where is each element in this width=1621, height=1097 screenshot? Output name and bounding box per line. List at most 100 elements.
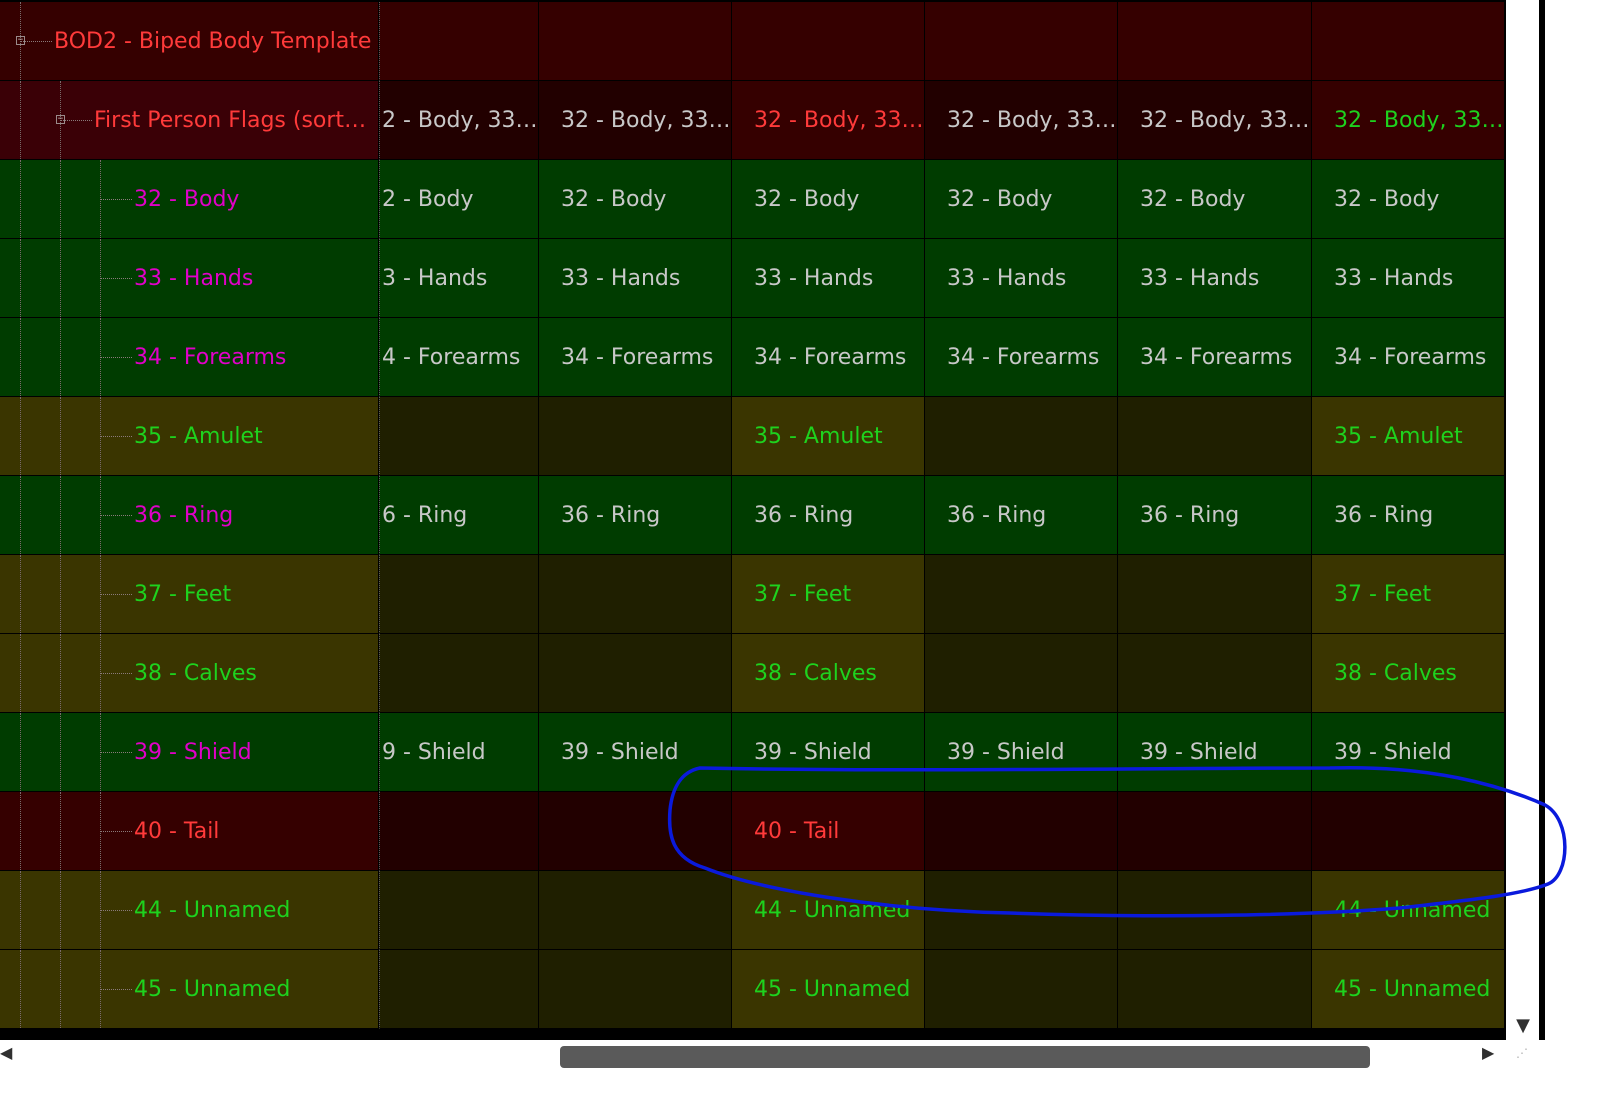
tree-line-vertical: [60, 397, 61, 475]
tree-line-horizontal: [100, 357, 132, 358]
grid-cell-value[interactable]: 45 - Unnamed: [732, 950, 925, 1029]
cell-text: 32 - Body, 33 ...: [1334, 107, 1504, 133]
tree-node-flag[interactable]: 44 - Unnamed: [0, 871, 379, 950]
minus-box-icon[interactable]: −: [56, 115, 65, 124]
cell-text: 39 - Shield: [947, 739, 1065, 765]
tree-line-horizontal: [100, 199, 132, 200]
grid-cell-value[interactable]: 9 - Shield: [379, 713, 539, 792]
tree-node-flag[interactable]: 32 - Body: [0, 160, 379, 239]
grid-cell-value[interactable]: 39 - Shield: [1118, 713, 1312, 792]
tree-node-first-person-flags[interactable]: − First Person Flags (sorted): [0, 81, 379, 160]
grid-cell-value[interactable]: 44 - Unnamed: [1312, 871, 1505, 950]
cell-text: 38 - Calves: [1334, 660, 1457, 686]
tree-node-flag[interactable]: 34 - Forearms: [0, 318, 379, 397]
cell-text: 33 - Hands: [1334, 265, 1454, 291]
grid-cell-value[interactable]: 2 - Body: [379, 160, 539, 239]
grid-cell-value[interactable]: 39 - Shield: [539, 713, 732, 792]
grid-cell-value[interactable]: 36 - Ring: [732, 476, 925, 555]
cell-text: 32 - Body, 33 ...: [561, 107, 731, 133]
grid-cell-value[interactable]: 34 - Forearms: [1312, 318, 1505, 397]
tree-node-root[interactable]: − BOD2 - Biped Body Template: [0, 2, 379, 81]
grid-cell-value[interactable]: 32 - Body: [925, 160, 1118, 239]
grid-cell-value[interactable]: 36 - Ring: [925, 476, 1118, 555]
tree-line-horizontal: [100, 831, 132, 832]
grid-cell-value[interactable]: 32 - Body: [539, 160, 732, 239]
vertical-scrollbar[interactable]: [1506, 0, 1540, 1040]
grid-cell-value[interactable]: 37 - Feet: [1312, 555, 1505, 634]
tree-node-flag[interactable]: 45 - Unnamed: [0, 950, 379, 1029]
grid-cell-empty: [379, 634, 539, 713]
tree-line-horizontal: [100, 673, 132, 674]
tree-node-flag[interactable]: 40 - Tail: [0, 792, 379, 871]
grid-cell-value[interactable]: 39 - Shield: [732, 713, 925, 792]
grid-cell-value[interactable]: 36 - Ring: [1312, 476, 1505, 555]
grid-cell-header-value[interactable]: 32 - Body, 33 ...: [1312, 81, 1505, 160]
triangle-down-icon[interactable]: ▼: [1512, 1016, 1534, 1036]
grid-cell-header-value[interactable]: 32 - Body, 33 ...: [732, 81, 925, 160]
grid-cell-value[interactable]: 45 - Unnamed: [1312, 950, 1505, 1029]
grid-cell-value[interactable]: 3 - Hands: [379, 239, 539, 318]
tree-node-label: 44 - Unnamed: [134, 897, 291, 923]
grid-cell-value[interactable]: 33 - Hands: [732, 239, 925, 318]
grid-cell-value[interactable]: 34 - Forearms: [925, 318, 1118, 397]
minus-box-icon[interactable]: −: [16, 36, 25, 45]
grid-cell-value[interactable]: 39 - Shield: [1312, 713, 1505, 792]
cell-text: 32 - Body: [754, 186, 860, 212]
grid-cell-value[interactable]: 36 - Ring: [539, 476, 732, 555]
grid-cell-value[interactable]: 40 - Tail: [732, 792, 925, 871]
grid-cell-value[interactable]: 38 - Calves: [732, 634, 925, 713]
tree-node-flag[interactable]: 38 - Calves: [0, 634, 379, 713]
cell-text: 35 - Amulet: [1334, 423, 1463, 449]
record-comparison-grid: − BOD2 - Biped Body Template − First Person…: [0, 0, 1506, 1040]
tree-node-flag[interactable]: 37 - Feet: [0, 555, 379, 634]
cell-text: 45 - Unnamed: [1334, 976, 1491, 1002]
tree-node-label: 39 - Shield: [134, 739, 252, 765]
grid-cell-header-value[interactable]: 32 - Body, 33 ...: [1118, 81, 1312, 160]
grid-cell-value[interactable]: 6 - Ring: [379, 476, 539, 555]
grid-cell-empty: [925, 792, 1118, 871]
grid-cell-value[interactable]: 34 - Forearms: [539, 318, 732, 397]
grid-cell-empty: [539, 397, 732, 476]
grid-cell-header-value[interactable]: 2 - Body, 33 ...: [379, 81, 539, 160]
grid-cell-header-value[interactable]: 32 - Body, 33 ...: [539, 81, 732, 160]
horizontal-scrollbar-thumb[interactable]: [560, 1046, 1370, 1068]
grid-cell-value[interactable]: 37 - Feet: [732, 555, 925, 634]
grid-cell-empty: [1118, 555, 1312, 634]
cell-text: 39 - Shield: [754, 739, 872, 765]
grid-cell-empty: [539, 555, 732, 634]
grid-cell-value[interactable]: 32 - Body: [732, 160, 925, 239]
tree-node-flag[interactable]: 39 - Shield: [0, 713, 379, 792]
grid-cell-value[interactable]: 33 - Hands: [925, 239, 1118, 318]
grid-cell-value[interactable]: 35 - Amulet: [1312, 397, 1505, 476]
cell-text: 34 - Forearms: [947, 344, 1100, 370]
cell-text: 36 - Ring: [1334, 502, 1434, 528]
tree-node-flag[interactable]: 33 - Hands: [0, 239, 379, 318]
grid-cell-value[interactable]: 35 - Amulet: [732, 397, 925, 476]
grid-cell-value[interactable]: 38 - Calves: [1312, 634, 1505, 713]
grid-cell-value[interactable]: 33 - Hands: [1118, 239, 1312, 318]
grid-cell-value[interactable]: 34 - Forearms: [1118, 318, 1312, 397]
grid-cell-value[interactable]: 39 - Shield: [925, 713, 1118, 792]
tree-node-flag[interactable]: 36 - Ring: [0, 476, 379, 555]
triangle-right-icon[interactable]: ▶: [1482, 1042, 1498, 1064]
triangle-left-icon[interactable]: ◀: [0, 1042, 14, 1064]
grid-cell-value[interactable]: 44 - Unnamed: [732, 871, 925, 950]
grid-cell-value[interactable]: 32 - Body: [1118, 160, 1312, 239]
grid-cell-value[interactable]: 32 - Body: [1312, 160, 1505, 239]
grid-cell-header-value[interactable]: 32 - Body, 33 ...: [925, 81, 1118, 160]
cell-text: 32 - Body, 33 ...: [947, 107, 1117, 133]
tree-line-vertical: [60, 634, 61, 712]
grid-cell-value[interactable]: 34 - Forearms: [732, 318, 925, 397]
tree-node-flag[interactable]: 35 - Amulet: [0, 397, 379, 476]
resize-grip-icon[interactable]: ⋰: [1516, 1046, 1536, 1062]
tree-node-label: 37 - Feet: [134, 581, 232, 607]
grid-cell-value[interactable]: 33 - Hands: [539, 239, 732, 318]
grid-cell-empty: [732, 2, 925, 81]
cell-text: 36 - Ring: [947, 502, 1047, 528]
grid-cell-empty: [539, 634, 732, 713]
tree-node-label: 34 - Forearms: [134, 344, 287, 370]
grid-cell-value[interactable]: 4 - Forearms: [379, 318, 539, 397]
cell-text: 33 - Hands: [754, 265, 874, 291]
grid-cell-value[interactable]: 36 - Ring: [1118, 476, 1312, 555]
grid-cell-value[interactable]: 33 - Hands: [1312, 239, 1505, 318]
